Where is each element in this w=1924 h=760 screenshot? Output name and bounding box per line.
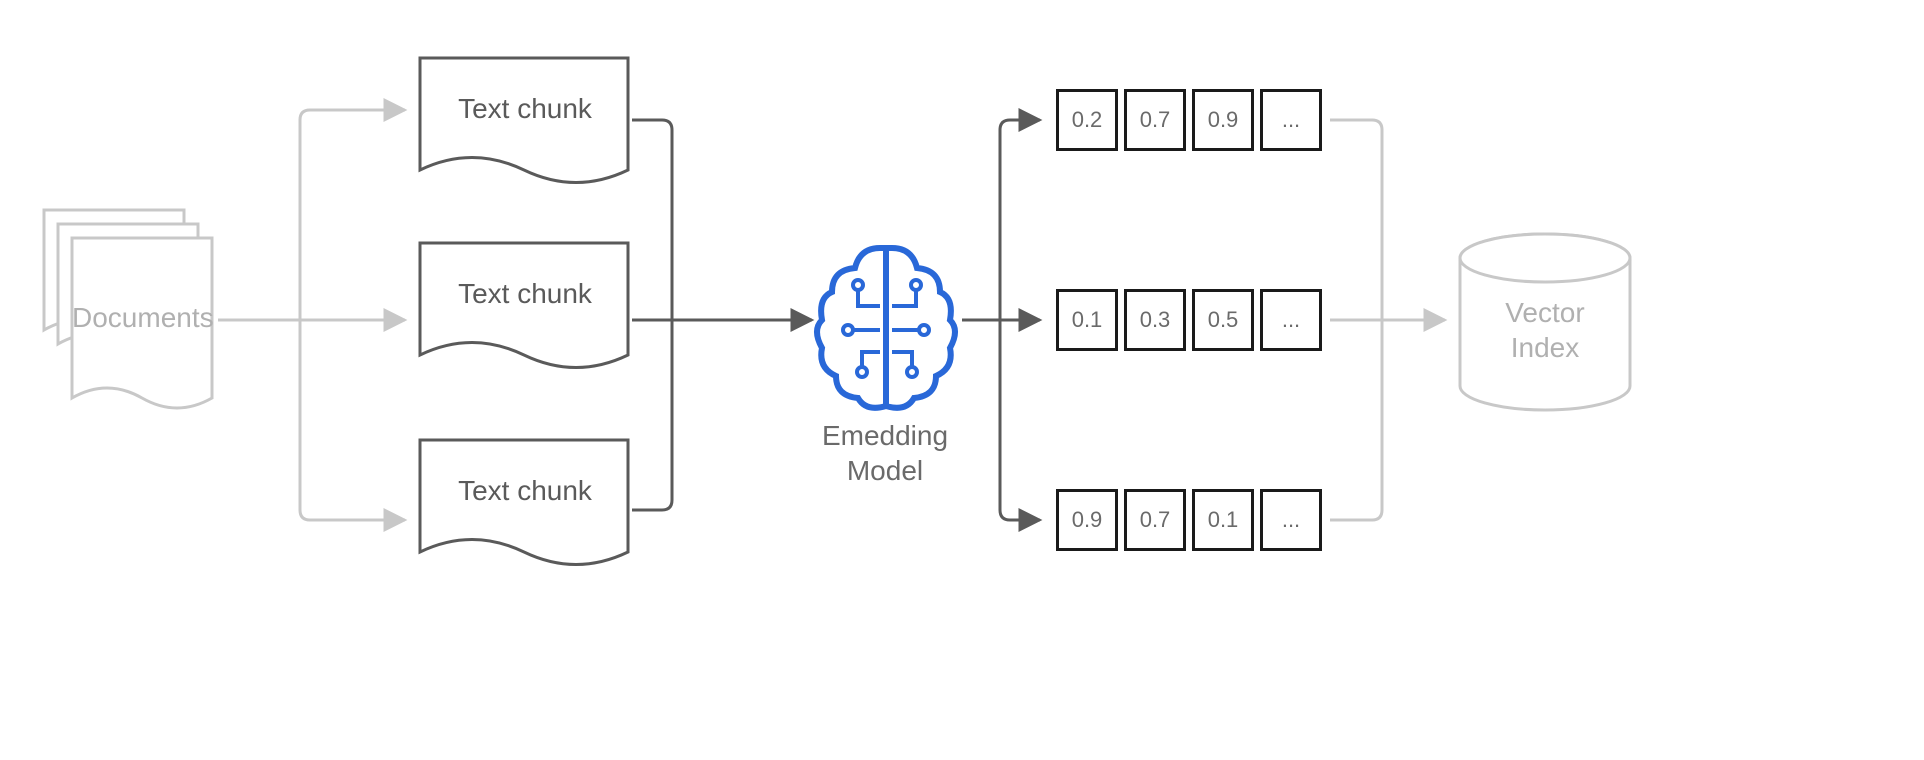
text-chunk-label: Text chunk xyxy=(420,475,630,507)
vector-cell: 0.5 xyxy=(1192,289,1254,351)
vector-cell: 0.1 xyxy=(1056,289,1118,351)
vector-cell: 0.9 xyxy=(1056,489,1118,551)
vector-cell: 0.2 xyxy=(1056,89,1118,151)
text-chunk-label: Text chunk xyxy=(420,93,630,125)
embedding-model-label: EmeddingModel xyxy=(800,418,970,488)
vector-cell: 0.7 xyxy=(1124,89,1186,151)
vector-cell: 0.1 xyxy=(1192,489,1254,551)
embedding-model-icon xyxy=(817,248,955,408)
vector-cell: 0.7 xyxy=(1124,489,1186,551)
vector-cell: 0.3 xyxy=(1124,289,1186,351)
documents-label: Documents xyxy=(72,302,212,334)
vector-cell: 0.9 xyxy=(1192,89,1254,151)
vector-cell: ... xyxy=(1260,289,1322,351)
text-chunk-label: Text chunk xyxy=(420,278,630,310)
vector-cell: ... xyxy=(1260,489,1322,551)
vector-index-label: VectorIndex xyxy=(1460,295,1630,365)
vector-cell: ... xyxy=(1260,89,1322,151)
